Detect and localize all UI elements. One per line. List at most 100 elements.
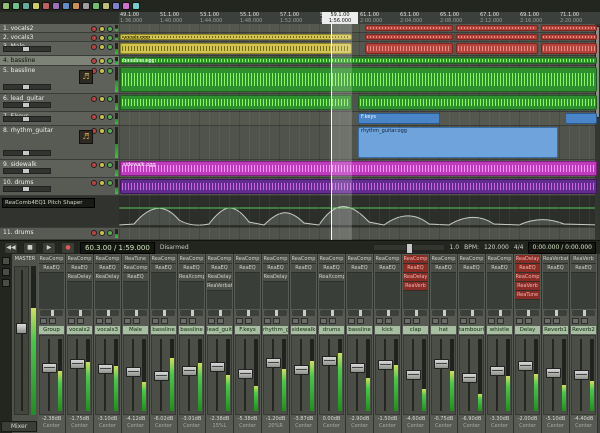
ruler-label[interactable]: 63.1.002:04.000 (400, 12, 422, 24)
mute-button[interactable] (180, 318, 187, 324)
audio-clip[interactable] (120, 43, 352, 54)
crossfade-icon[interactable] (72, 2, 80, 10)
metronome-icon[interactable] (112, 2, 120, 10)
fader-handle[interactable] (210, 362, 225, 372)
ruler-label[interactable]: 61.1.002:00.000 (360, 12, 382, 24)
record-button[interactable]: ● (61, 242, 75, 254)
mixer-strip[interactable]: ReaCompReaEQtambourine-6.90dBCenter (458, 254, 486, 433)
solo-button[interactable] (77, 318, 84, 324)
mixer-strip[interactable]: ReaCompReaEQReaXcompdrums0.00dBCenter (318, 254, 346, 433)
fx-slot[interactable]: ReaEQ (179, 264, 204, 273)
fader-handle[interactable] (406, 370, 421, 380)
mute-button[interactable] (376, 318, 383, 324)
mixer-strip[interactable]: ReaCompReaEQbassline-2.90dBCenter (346, 254, 374, 433)
fx-slot[interactable]: ReaEQ (67, 264, 92, 273)
mute-button[interactable] (516, 318, 523, 324)
arrange[interactable]: vocals.oggbassline.oggF.keysrhythm_guita… (119, 24, 600, 240)
mute-button[interactable] (99, 162, 105, 168)
solo-button[interactable] (357, 318, 364, 324)
mute-button[interactable] (99, 230, 105, 236)
record-arm-button[interactable] (91, 58, 97, 64)
solo-button[interactable] (107, 230, 113, 236)
track-panel-row[interactable]: 8. rhythm_guitar♬ (0, 126, 119, 160)
fx-slot[interactable]: ReaEQ (123, 273, 148, 282)
snap-icon[interactable] (92, 2, 100, 10)
fx-slot[interactable]: ReaEQ (151, 264, 176, 273)
fx-slot[interactable]: ReaComp (123, 264, 148, 273)
mute-button[interactable] (460, 318, 467, 324)
ruler-label[interactable]: 69.1.002:16.000 (520, 12, 542, 24)
master-strip[interactable]: MASTER -11.46dB (12, 254, 39, 433)
track-volume-handle[interactable] (22, 150, 30, 156)
pan-slider[interactable] (460, 310, 483, 316)
track-volume-handle[interactable] (22, 116, 30, 122)
fx-slot[interactable]: ReaComp (151, 255, 176, 264)
fader-handle[interactable] (182, 366, 197, 376)
open-project-icon[interactable] (22, 2, 30, 10)
fx-slot[interactable]: ReaDelay (67, 273, 92, 282)
fx-slot[interactable]: ReaEQ (431, 264, 456, 273)
fx-slot[interactable]: ReaVerbate (543, 255, 568, 264)
pan-slider[interactable] (348, 310, 371, 316)
stop-button[interactable]: ■ (23, 242, 37, 254)
fx-slot[interactable]: ReaEQ (291, 264, 316, 273)
track-volume-handle[interactable] (22, 168, 30, 174)
redo-icon[interactable] (52, 2, 60, 10)
pan-slider[interactable] (180, 310, 203, 316)
solo-button[interactable] (525, 318, 532, 324)
arrange-row[interactable] (119, 42, 600, 56)
fader-handle[interactable] (434, 359, 449, 369)
solo-button[interactable] (497, 318, 504, 324)
solo-button[interactable] (553, 318, 560, 324)
ruler-label[interactable]: 55.1.001:48.000 (240, 12, 262, 24)
solo-button[interactable] (245, 318, 252, 324)
pan-slider[interactable] (376, 310, 399, 316)
record-arm-button[interactable] (91, 96, 97, 102)
fader-handle[interactable] (518, 361, 533, 371)
audio-clip[interactable] (456, 25, 538, 31)
mixer-strip[interactable]: ReaCompReaEQGroup-2.38dBCenter (38, 254, 66, 433)
fx-slot[interactable]: ReaDelay (263, 273, 288, 282)
fx-slot[interactable]: ReaEQ (263, 264, 288, 273)
fx-slot[interactable]: ReaComp (179, 255, 204, 264)
audio-clip[interactable] (541, 34, 597, 40)
mute-button[interactable] (99, 128, 105, 134)
track-panel-row[interactable]: 6. lead_guitar (0, 94, 119, 112)
audio-clip[interactable]: sidewalk.ogg (120, 161, 597, 176)
mute-button[interactable] (99, 35, 105, 41)
track-volume-slider[interactable] (3, 150, 51, 156)
fader-handle[interactable] (42, 363, 57, 373)
mute-button[interactable] (236, 318, 243, 324)
fx-slot[interactable]: ReaEQ (515, 264, 540, 273)
track-panel-row[interactable]: 10. drums (0, 178, 119, 196)
fader-handle[interactable] (546, 368, 561, 378)
fx-slot[interactable]: ReaComp (487, 255, 512, 264)
mute-button[interactable] (152, 318, 159, 324)
ruler-label[interactable]: 49.1.001:36.000 (120, 12, 142, 24)
mute-button[interactable] (572, 318, 579, 324)
solo-button[interactable] (107, 180, 113, 186)
mute-button[interactable] (68, 318, 75, 324)
track-panel-row[interactable]: ReaComb4EQ1 Pitch Shaper (0, 196, 119, 228)
mute-button[interactable] (292, 318, 299, 324)
pan-slider[interactable] (320, 310, 343, 316)
mute-button[interactable] (264, 318, 271, 324)
mute-button[interactable] (488, 318, 495, 324)
fx-slot[interactable]: ReaComp (95, 255, 120, 264)
solo-button[interactable] (441, 318, 448, 324)
solo-button[interactable] (107, 68, 113, 74)
grid-icon[interactable] (82, 2, 90, 10)
fader-handle[interactable] (490, 366, 505, 376)
fx-slot[interactable]: ReaVerb (571, 255, 596, 264)
solo-button[interactable] (581, 318, 588, 324)
bpm-value[interactable]: 120.000 (484, 244, 509, 251)
mute-button[interactable] (124, 318, 131, 324)
audio-clip[interactable] (120, 179, 597, 194)
solo-button[interactable] (107, 58, 113, 64)
fx-slot[interactable]: ReaComp (235, 255, 260, 264)
mixer-icon[interactable] (132, 2, 140, 10)
solo-button[interactable] (49, 318, 56, 324)
pan-slider[interactable] (264, 310, 287, 316)
fx-slot[interactable]: ReaComp (431, 255, 456, 264)
solo-button[interactable] (107, 114, 113, 120)
